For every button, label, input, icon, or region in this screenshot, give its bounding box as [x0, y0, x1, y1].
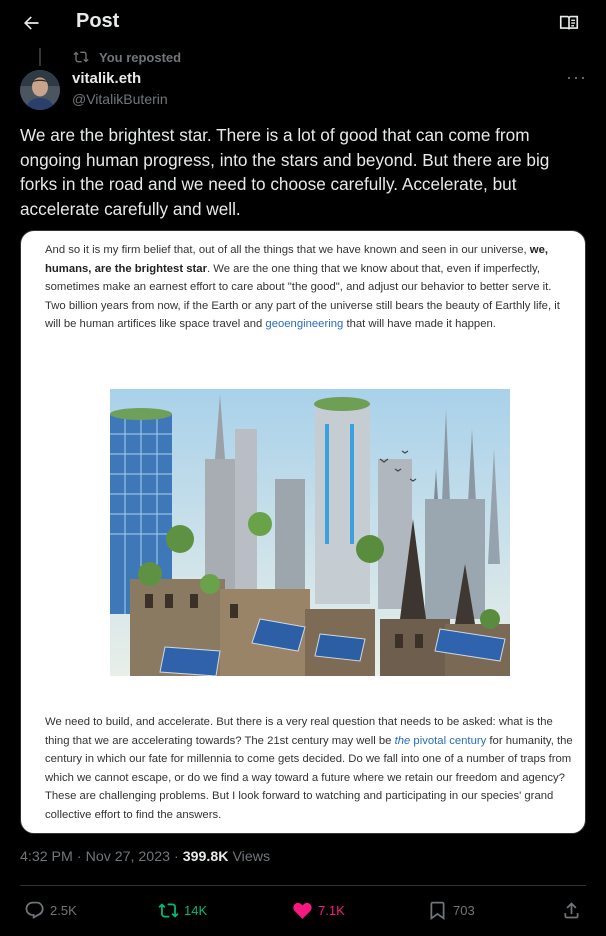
like-button[interactable]: 7.1K	[292, 900, 345, 921]
thread-line	[39, 48, 41, 66]
author-handle[interactable]: @VitalikButerin	[72, 91, 168, 107]
geoengineering-link: geoengineering	[265, 318, 344, 331]
back-arrow-icon	[24, 16, 39, 30]
top-bar: Post	[0, 0, 606, 46]
share-icon	[564, 902, 579, 919]
share-button[interactable]	[561, 900, 582, 921]
action-bar: 2.5K 14K 7.1K 703	[0, 894, 606, 928]
reply-button[interactable]: 2.5K	[24, 900, 77, 921]
avatar-image	[20, 70, 60, 110]
repost-label: You reposted	[99, 49, 182, 65]
more-icon: ···	[566, 67, 587, 87]
repost-count: 14K	[184, 903, 208, 918]
tweet-date[interactable]: Nov 27, 2023	[86, 849, 170, 865]
repost-indicator: You reposted	[73, 48, 181, 66]
divider	[20, 885, 586, 886]
tweet-time[interactable]: 4:32 PM	[20, 849, 73, 865]
reader-mode-button[interactable]	[558, 12, 580, 34]
pivotal-century-link: pivotal century	[410, 734, 487, 747]
futuristic-city-illustration	[110, 389, 510, 676]
back-button[interactable]	[18, 10, 44, 36]
tweet-media-image[interactable]: And so it is my firm belief that, out of…	[20, 230, 586, 834]
bookmark-count: 703	[453, 903, 475, 918]
page-title: Post	[76, 10, 120, 32]
bookmark-icon	[430, 901, 445, 921]
media-paragraph-1: And so it is my firm belief that, out of…	[45, 244, 560, 331]
more-options-button[interactable]: ···	[566, 67, 587, 90]
media-paragraph-2: We need to build, and accelerate. But th…	[45, 716, 573, 821]
reader-mode-icon	[559, 15, 579, 30]
views-label: Views	[232, 849, 271, 865]
like-count: 7.1K	[318, 903, 345, 918]
reply-count: 2.5K	[50, 903, 77, 918]
avatar[interactable]	[20, 70, 60, 110]
meta-separator: ·	[173, 849, 179, 865]
meta-separator: ·	[76, 849, 82, 865]
tweet-metadata: 4:32 PM · Nov 27, 2023 · 399.8K Views	[20, 849, 270, 865]
heart-icon	[293, 902, 312, 919]
bookmark-button[interactable]: 703	[427, 900, 475, 921]
author-display-name[interactable]: vitalik.eth	[72, 70, 141, 87]
tweet-text: We are the brightest star. There is a lo…	[20, 125, 550, 219]
repost-icon	[158, 903, 179, 918]
repost-icon	[73, 51, 89, 63]
repost-button[interactable]: 14K	[158, 900, 207, 921]
reply-icon	[25, 901, 44, 919]
views-count[interactable]: 399.8K	[183, 849, 229, 865]
pivotal-century-link-the: the	[394, 734, 411, 747]
